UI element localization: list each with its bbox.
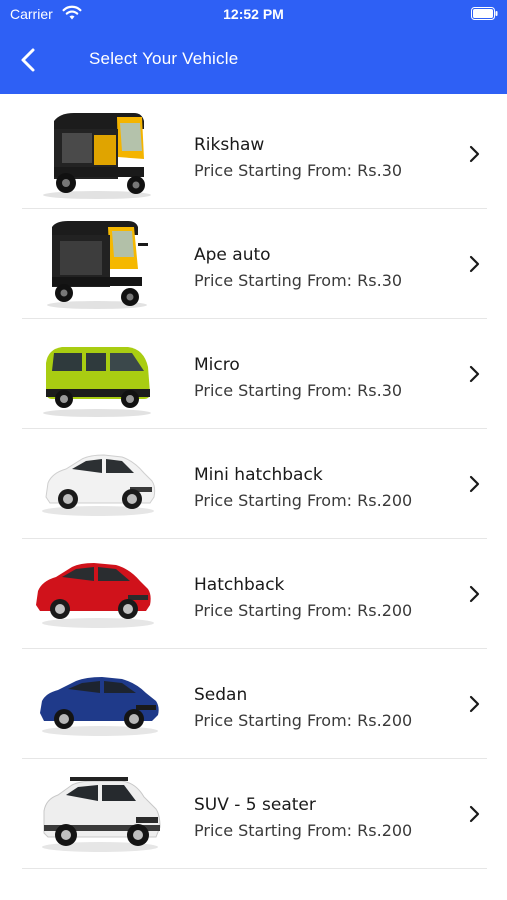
micro-car-image [32, 327, 162, 421]
chevron-right-icon [469, 365, 480, 383]
page-title: Select Your Vehicle [89, 49, 239, 68]
vehicle-name: Sedan [194, 685, 248, 705]
vehicle-name: Ape auto [194, 245, 271, 265]
vehicle-row[interactable]: Rikshaw Price Starting From: Rs.30 [22, 99, 487, 209]
mini-hatchback-image [32, 437, 162, 531]
battery-icon [471, 7, 498, 20]
chevron-right-icon [469, 805, 480, 823]
vehicle-price: Price Starting From: Rs.30 [194, 161, 403, 180]
chevron-right-icon [469, 475, 480, 493]
suv-image [32, 767, 162, 861]
ape-auto-image [32, 217, 162, 311]
vehicle-row[interactable]: Sedan Price Starting From: Rs.200 [22, 649, 487, 759]
chevron-right-icon [469, 145, 480, 163]
vehicle-row[interactable]: Ape auto Price Starting From: Rs.30 [22, 209, 487, 319]
vehicle-name: SUV - 5 seater [194, 795, 316, 815]
sedan-image [32, 657, 162, 751]
app-header: Carrier 12:52 PM Select Your Vehicle [0, 0, 507, 94]
chevron-right-icon [469, 585, 480, 603]
chevron-right-icon [469, 255, 480, 273]
vehicle-row[interactable]: SUV - 5 seater Price Starting From: Rs.2… [22, 759, 487, 869]
vehicle-name: Micro [194, 355, 240, 375]
vehicle-name: Mini hatchback [194, 465, 323, 485]
back-button[interactable] [16, 46, 42, 74]
vehicle-price: Price Starting From: Rs.200 [194, 821, 413, 840]
status-bar: Carrier 12:52 PM [0, 0, 507, 30]
hatchback-image [32, 547, 162, 641]
vehicle-price: Price Starting From: Rs.200 [194, 601, 413, 620]
vehicle-price: Price Starting From: Rs.30 [194, 381, 403, 400]
vehicle-name: Hatchback [194, 575, 285, 595]
chevron-right-icon [469, 695, 480, 713]
chevron-left-icon [21, 48, 35, 72]
auto-rickshaw-image [32, 107, 162, 201]
vehicle-price: Price Starting From: Rs.200 [194, 491, 413, 510]
vehicle-name: Rikshaw [194, 135, 265, 155]
vehicle-row[interactable]: Mini hatchback Price Starting From: Rs.2… [22, 429, 487, 539]
vehicle-row[interactable]: Micro Price Starting From: Rs.30 [22, 319, 487, 429]
status-time: 12:52 PM [223, 6, 284, 22]
vehicle-row[interactable]: Hatchback Price Starting From: Rs.200 [22, 539, 487, 649]
vehicle-price: Price Starting From: Rs.30 [194, 271, 403, 290]
vehicle-price: Price Starting From: Rs.200 [194, 711, 413, 730]
vehicle-list: Rikshaw Price Starting From: Rs.30 Ape a… [0, 94, 507, 900]
